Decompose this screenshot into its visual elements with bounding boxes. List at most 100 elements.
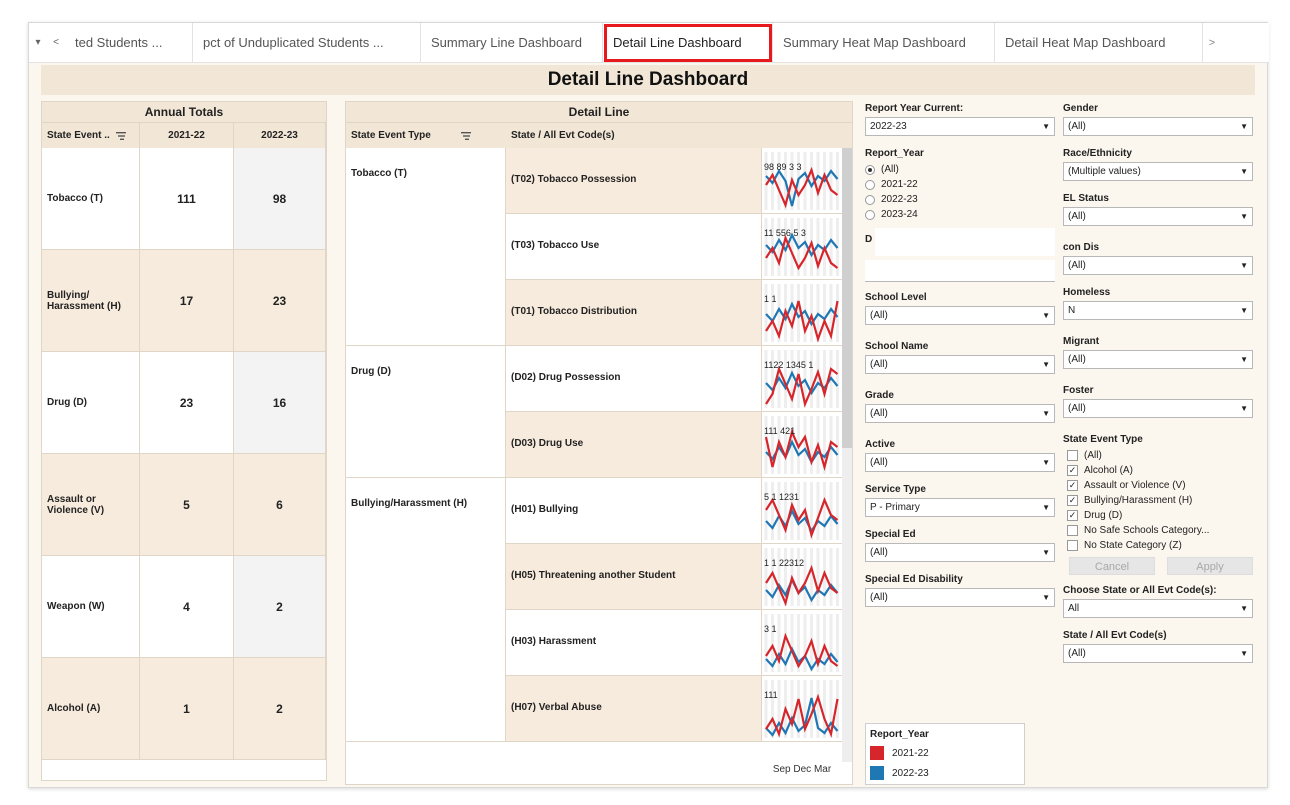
detail-row[interactable]: (H05) Threatening another Student [506,544,762,610]
apply-button[interactable]: Apply [1167,557,1253,575]
report-year-option-2021[interactable]: 2021-22 [865,177,1055,192]
table-row[interactable]: Tobacco (T) 111 98 [42,148,326,250]
sparkline[interactable]: 5 1 1231 [762,478,842,544]
race-value: (Multiple values) [1068,166,1141,177]
race-select[interactable]: (Multiple values) ▼ [1063,162,1253,181]
detail-column-headers: State Event Type State / All Evt Code(s) [346,122,852,148]
chevron-down-icon: ▼ [1240,167,1248,176]
annual-col-event[interactable]: State Event .. [42,123,140,148]
detail-row[interactable]: (T02) Tobacco Possession [506,148,762,214]
detail-col-code[interactable]: State / All Evt Code(s) [506,123,762,148]
el-status-select[interactable]: (All) ▼ [1063,207,1253,226]
choose-state-select[interactable]: All ▼ [1063,599,1253,618]
tab-summary-line[interactable]: Summary Line Dashboard [421,22,603,63]
checkbox-checked-icon[interactable]: ✓ [1067,510,1078,521]
detail-row[interactable]: (H03) Harassment [506,610,762,676]
checkbox-checked-icon[interactable]: ✓ [1067,480,1078,491]
detail-row[interactable]: (H07) Verbal Abuse [506,676,762,742]
report-year-option-2023[interactable]: 2023-24 [865,207,1055,222]
detail-col-type[interactable]: State Event Type [346,123,506,148]
service-type-select[interactable]: P - Primary ▼ [865,498,1055,517]
checkbox-checked-icon[interactable]: ✓ [1067,495,1078,506]
special-ed-disability-select[interactable]: (All) ▼ [865,588,1055,607]
legend-item-2022[interactable]: 2022-23 [870,763,1020,783]
event-type-option[interactable]: No State Category (Z) [1067,538,1253,553]
detail-row[interactable]: (T03) Tobacco Use [506,214,762,280]
detail-scroll-thumb[interactable] [842,148,852,448]
detail-row[interactable]: (D03) Drug Use [506,412,762,478]
radio-icon [865,194,875,205]
tab-prev-icon[interactable]: < [47,37,65,48]
sparkline[interactable]: 1 1 22312 [762,544,842,610]
report-year-current-select[interactable]: 2022-23 ▼ [865,117,1055,136]
active-value: (All) [870,457,888,468]
detail-row[interactable]: (T01) Tobacco Distribution [506,280,762,346]
tab-unduplicated-students[interactable]: ted Students ... [65,22,193,63]
grade-label: Grade [865,390,894,401]
table-row[interactable]: Bullying/ Harassment (H) 17 23 [42,250,326,352]
cancel-button[interactable]: Cancel [1069,557,1155,575]
annual-col-2022[interactable]: 2022-23 [234,123,326,148]
school-name-select[interactable]: (All) ▼ [865,355,1055,374]
report-year-option-all[interactable]: (All) [865,162,1055,177]
detail-row[interactable]: (H01) Bullying [506,478,762,544]
active-select[interactable]: (All) ▼ [865,453,1055,472]
tab-summary-heat-map[interactable]: Summary Heat Map Dashboard [773,22,995,63]
econ-dis-select[interactable]: (All) ▼ [1063,256,1253,275]
radio-icon [865,209,875,220]
table-row[interactable]: Alcohol (A) 1 2 [42,658,326,760]
checkbox-icon[interactable] [1067,540,1078,551]
tab-next-icon[interactable]: > [1203,37,1221,49]
checkbox-icon[interactable] [1067,525,1078,536]
table-row[interactable]: Assault or Violence (V) 5 6 [42,454,326,556]
event-type-option[interactable]: ✓ Alcohol (A) [1067,463,1253,478]
special-ed-disability-value: (All) [870,592,888,603]
detail-row[interactable]: (D02) Drug Possession [506,346,762,412]
event-type-option[interactable]: No Safe Schools Category... [1067,523,1253,538]
table-row[interactable]: Drug (D) 23 16 [42,352,326,454]
school-level-select[interactable]: (All) ▼ [865,306,1055,325]
state-all-evt-select[interactable]: (All) ▼ [1063,644,1253,663]
sparkline[interactable]: 111 [762,676,842,742]
sparkline[interactable]: 3 1 [762,610,842,676]
event-type-option[interactable]: ✓ Assault or Violence (V) [1067,478,1253,493]
tab-pct-unduplicated[interactable]: pct of Unduplicated Students ... [193,22,421,63]
tab-detail-line[interactable]: Detail Line Dashboard [603,22,773,63]
series-line-2021 [765,365,839,408]
sparkline[interactable]: 98 89 3 3 [762,148,842,214]
report-year-option-2022[interactable]: 2022-23 [865,192,1055,207]
sort-icon[interactable] [460,131,473,141]
sort-icon[interactable] [115,131,128,141]
foster-select[interactable]: (All) ▼ [1063,399,1253,418]
district-input[interactable] [865,260,1055,282]
event-type-option[interactable]: ✓ Drug (D) [1067,508,1253,523]
detail-scrollbar[interactable] [842,148,852,762]
tab-detail-heat-map[interactable]: Detail Heat Map Dashboard [995,22,1203,63]
chevron-down-icon: ▼ [1240,649,1248,658]
sparkline[interactable]: 1 1 [762,280,842,346]
grade-select[interactable]: (All) ▼ [865,404,1055,423]
gender-select[interactable]: (All) ▼ [1063,117,1253,136]
checkbox-checked-icon[interactable]: ✓ [1067,465,1078,476]
event-type-option-label: Drug (D) [1084,510,1123,521]
event-type-option[interactable]: ✓ Bullying/Harassment (H) [1067,493,1253,508]
school-level-label: School Level [865,292,927,303]
econ-dis-value: (All) [1068,260,1086,271]
table-row[interactable]: Weapon (W) 4 2 [42,556,326,658]
tab-menu-icon[interactable]: ▾ [29,37,47,48]
homeless-select[interactable]: N ▼ [1063,301,1253,320]
special-ed-disability-label: Special Ed Disability [865,574,963,585]
sparkline[interactable]: 111 421 [762,412,842,478]
checkbox-icon[interactable] [1067,450,1078,461]
row-value: 23 [234,250,326,351]
annual-col-2021[interactable]: 2021-22 [140,123,234,148]
event-type-option-label: (All) [1084,450,1102,461]
event-type-option[interactable]: (All) [1067,448,1253,463]
report-year-option-label: 2022-23 [881,194,918,205]
legend-item-2021[interactable]: 2021-22 [870,743,1020,763]
sparkline[interactable]: 1122 1345 1 [762,346,842,412]
report-year-legend: Report_Year 2021-22 2022-23 [865,723,1025,785]
migrant-select[interactable]: (All) ▼ [1063,350,1253,369]
sparkline[interactable]: 11 556 5 3 [762,214,842,280]
special-ed-select[interactable]: (All) ▼ [865,543,1055,562]
